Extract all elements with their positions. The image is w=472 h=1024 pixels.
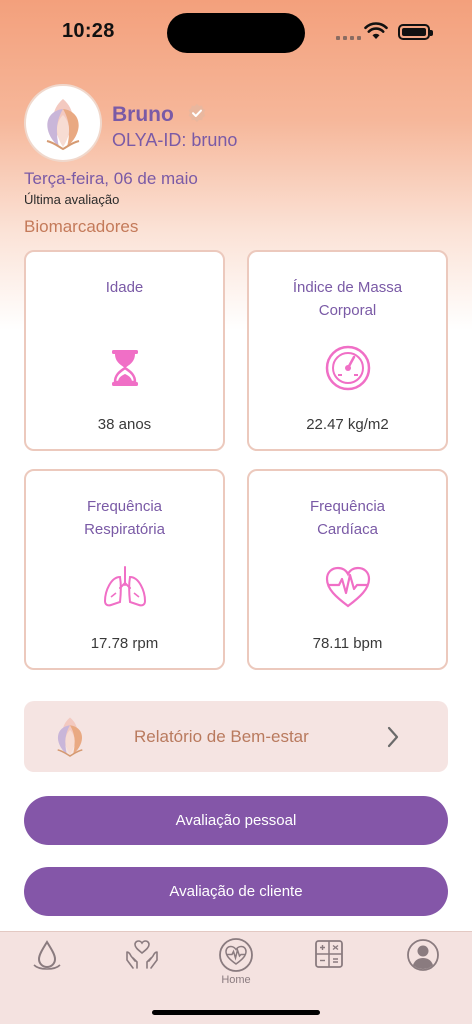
olya-logo-icon xyxy=(46,99,80,151)
calculator-icon xyxy=(315,940,343,968)
biomarker-card-respiratory[interactable]: Frequência Respiratória 17.78 rpm xyxy=(24,469,225,670)
heart-pulse-icon xyxy=(325,566,370,608)
lungs-icon xyxy=(103,566,146,607)
home-indicator xyxy=(152,1010,320,1015)
wifi-icon xyxy=(364,22,388,39)
tab-calculator[interactable] xyxy=(299,939,359,999)
tab-care[interactable] xyxy=(112,938,172,998)
olya-id-value: bruno xyxy=(191,130,238,150)
avatar[interactable] xyxy=(24,84,102,162)
card-value: 38 anos xyxy=(97,416,152,433)
card-label: Índice de Massa Corporal xyxy=(292,279,403,319)
profile-icon xyxy=(407,939,439,971)
tab-drop[interactable] xyxy=(17,938,77,998)
evaluation-date: Terça-feira, 06 de maio xyxy=(24,169,198,188)
olya-id: OLYA-ID: bruno xyxy=(112,130,237,151)
drop-icon xyxy=(33,940,61,970)
last-evaluation-label: Última avaliação xyxy=(24,192,120,207)
wellness-report-label: Relatório de Bem-estar xyxy=(134,727,309,746)
chevron-right-icon xyxy=(387,726,399,748)
care-hands-icon xyxy=(126,940,158,969)
tab-home-label: Home xyxy=(221,974,251,986)
olya-logo-icon xyxy=(57,717,83,757)
card-value: 22.47 kg/m2 xyxy=(306,416,389,433)
olya-id-label: OLYA-ID: xyxy=(112,130,187,150)
card-value: 17.78 rpm xyxy=(90,635,159,652)
heartbeat-circle-icon xyxy=(219,938,253,972)
card-value: 78.11 bpm xyxy=(312,635,383,652)
status-bar: 10:28 xyxy=(0,0,472,60)
card-label: Frequência Cardíaca xyxy=(309,498,386,538)
signal-icon xyxy=(336,36,361,40)
verified-icon xyxy=(188,103,206,122)
biomarkers-title: Biomarcadores xyxy=(24,217,139,236)
dynamic-island xyxy=(167,13,305,53)
status-time: 10:28 xyxy=(62,20,115,42)
tab-profile[interactable] xyxy=(393,938,453,998)
biomarker-card-age[interactable]: Idade 38 anos xyxy=(24,250,225,451)
battery-icon xyxy=(398,24,433,40)
biomarker-card-heart-rate[interactable]: Frequência Cardíaca 78.11 bpm xyxy=(247,469,448,670)
wellness-report-button[interactable]: Relatório de Bem-estar xyxy=(24,701,448,772)
user-name: Bruno xyxy=(112,103,174,126)
client-evaluation-button[interactable]: Avaliação de cliente xyxy=(24,867,448,916)
gauge-icon xyxy=(325,345,370,391)
tab-home[interactable]: Home xyxy=(206,937,266,997)
biomarker-card-bmi[interactable]: Índice de Massa Corporal 22.47 kg/m2 xyxy=(247,250,448,451)
hourglass-icon xyxy=(111,350,138,386)
card-label: Frequência Respiratória xyxy=(84,498,165,538)
personal-evaluation-button[interactable]: Avaliação pessoal xyxy=(24,796,448,845)
card-label: Idade xyxy=(105,279,144,296)
